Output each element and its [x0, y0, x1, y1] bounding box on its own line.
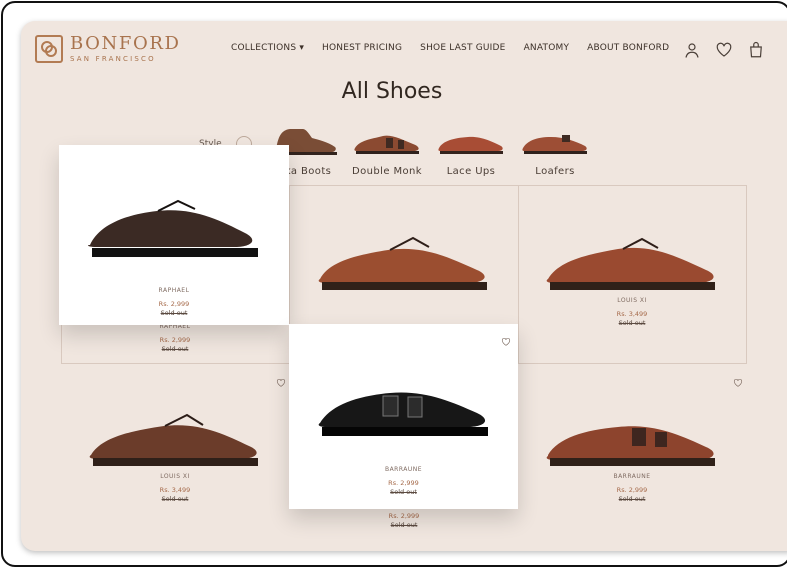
product-card[interactable]: RAPHAEL Rs. 2,999 Sold out: [61, 323, 289, 353]
nav-shoe-last-guide[interactable]: SHOE LAST GUIDE: [420, 43, 505, 53]
product-card[interactable]: LOUIS XI Rs. 3,499 Sold out: [61, 397, 289, 503]
category-lace-ups[interactable]: Lace Ups: [435, 123, 507, 177]
product-card[interactable]: LOUIS XI Rs. 3,499 Sold out: [519, 221, 745, 327]
lace-up-icon: [438, 136, 503, 154]
brand-logo[interactable]: BONFORD SAN FRANCISCO: [35, 35, 181, 63]
wishlist-heart-icon[interactable]: [276, 373, 286, 387]
brand-name: BONFORD: [70, 33, 181, 54]
wishlist-heart-icon[interactable]: [733, 373, 743, 387]
dark-brown-brogue-shoe: [88, 199, 258, 257]
product-card[interactable]: BARRAUNE Rs. 2,999 Sold out: [519, 397, 745, 503]
nav-collections[interactable]: COLLECTIONS ▾: [231, 43, 304, 53]
black-double-monk-shoe: [318, 392, 488, 436]
double-monk-icon: [354, 135, 419, 154]
product-card[interactable]: Rs. 2,999 Sold out: [291, 506, 517, 529]
user-icon[interactable]: [683, 41, 701, 59]
product-info: BARRAUNE Rs. 2,999 Sold out: [384, 466, 423, 496]
nav-anatomy[interactable]: ANATOMY: [524, 43, 570, 53]
grid-right-edge: [746, 185, 747, 363]
product-card[interactable]: [291, 221, 517, 297]
main-navigation: COLLECTIONS ▾ HONEST PRICING SHOE LAST G…: [231, 43, 669, 53]
category-loafers[interactable]: Loafers: [519, 123, 591, 177]
heart-icon[interactable]: [715, 41, 733, 59]
loafer-icon: [522, 135, 587, 154]
category-double-monk[interactable]: Double Monk: [351, 123, 423, 177]
page-title: All Shoes: [341, 79, 443, 104]
brown-brogue-shoe: [318, 236, 487, 290]
shopping-bag-icon[interactable]: [747, 41, 765, 59]
dark-brown-oxford-shoe: [89, 413, 258, 466]
page: BONFORD SAN FRANCISCO COLLECTIONS ▾ HONE…: [21, 21, 787, 551]
browser-frame: BONFORD SAN FRANCISCO COLLECTIONS ▾ HONE…: [1, 1, 787, 567]
nav-honest-pricing[interactable]: HONEST PRICING: [322, 43, 402, 53]
product-info: RAPHAEL Rs. 2,999 Sold out: [158, 287, 190, 317]
brown-double-monk-shoe: [546, 426, 715, 466]
wishlist-heart-icon[interactable]: [501, 332, 511, 346]
nav-about-bonford[interactable]: ABOUT BONFORD: [587, 43, 669, 53]
header-actions: [683, 41, 765, 59]
product-hover-card[interactable]: BARRAUNE Rs. 2,999 Sold out: [289, 324, 518, 509]
brown-oxford-shoe: [546, 237, 715, 290]
chevron-down-icon: ▾: [299, 43, 305, 53]
brand-subtitle: SAN FRANCISCO: [70, 55, 156, 63]
product-hover-card[interactable]: RAPHAEL Rs. 2,999 Sold out: [59, 145, 289, 325]
brand-mark-icon: [35, 35, 63, 63]
